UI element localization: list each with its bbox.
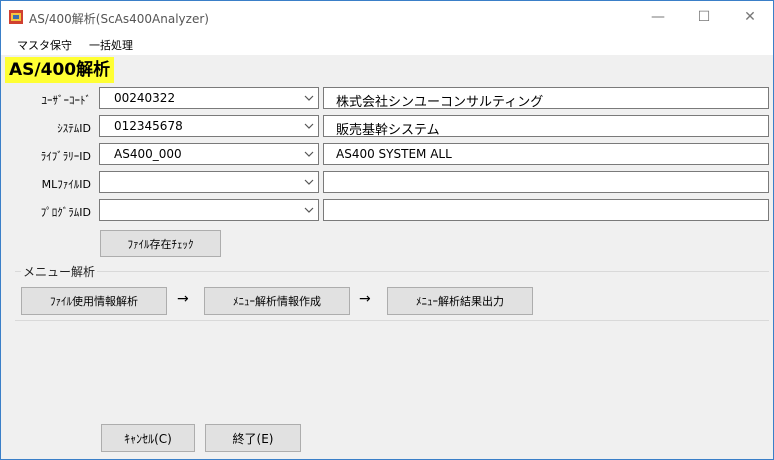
close-button[interactable]: ✕ xyxy=(727,1,773,33)
chevron-down-icon[interactable] xyxy=(304,149,314,159)
file-exists-check-button[interactable]: ﾌｧｲﾙ存在ﾁｪｯｸ xyxy=(100,230,221,257)
maximize-icon: ☐ xyxy=(697,9,711,25)
close-icon: ✕ xyxy=(744,9,756,25)
user-name-value: 株式会社シンユーコンサルティング xyxy=(336,95,544,110)
chevron-down-icon[interactable] xyxy=(304,205,314,215)
chevron-down-icon[interactable] xyxy=(304,177,314,187)
app-icon xyxy=(9,10,23,24)
user-code-label: ﾕｰｻﾞｰｺｰﾄﾞ xyxy=(41,94,92,107)
menu-batch-processing[interactable]: 一括処理 xyxy=(89,37,133,53)
system-name-value: 販売基幹システム xyxy=(336,123,440,138)
program-name-field[interactable] xyxy=(323,199,769,221)
ml-file-id-select[interactable] xyxy=(99,171,319,193)
page-title: AS/400解析 xyxy=(5,57,115,83)
minimize-icon: — xyxy=(651,9,665,25)
menu-analysis-result-output-button[interactable]: ﾒﾆｭｰ解析結果出力 xyxy=(387,287,533,315)
menu-analysis-info-create-button[interactable]: ﾒﾆｭｰ解析情報作成 xyxy=(204,287,350,315)
library-id-value: AS400_000 xyxy=(114,147,182,161)
chevron-down-icon[interactable] xyxy=(304,93,314,103)
title-bar[interactable]: AS/400解析(ScAs400Analyzer) — ☐ ✕ xyxy=(1,1,773,33)
arrow-right-icon: → xyxy=(359,291,371,307)
user-name-field[interactable]: 株式会社シンユーコンサルティング xyxy=(323,87,769,110)
library-name-value: AS400 SYSTEM ALL xyxy=(336,147,452,161)
ml-file-id-label: MLﾌｧｲﾙID xyxy=(41,178,91,191)
user-code-value: 00240322 xyxy=(114,91,176,105)
menu-bar: マスタ保守 一括処理 xyxy=(1,33,773,55)
cancel-button[interactable]: ｷｬﾝｾﾙ(C) xyxy=(101,424,195,452)
main-window: AS/400解析(ScAs400Analyzer) — ☐ ✕ マスタ保守 一括… xyxy=(0,0,774,460)
library-name-field[interactable]: AS400 SYSTEM ALL xyxy=(323,143,769,165)
window-title: AS/400解析(ScAs400Analyzer) xyxy=(29,12,209,26)
menu-master-maintenance[interactable]: マスタ保守 xyxy=(17,37,72,53)
file-usage-analysis-button[interactable]: ﾌｧｲﾙ使用情報解析 xyxy=(21,287,167,315)
ml-file-name-field[interactable] xyxy=(323,171,769,193)
exit-button[interactable]: 終了(E) xyxy=(205,424,301,452)
program-id-select[interactable] xyxy=(99,199,319,221)
library-id-select[interactable]: AS400_000 xyxy=(99,143,319,165)
arrow-right-icon: → xyxy=(177,291,189,307)
user-code-select[interactable]: 00240322 xyxy=(99,87,319,109)
menu-analysis-group-label: メニュー解析 xyxy=(21,263,98,280)
maximize-button[interactable]: ☐ xyxy=(681,1,727,33)
chevron-down-icon[interactable] xyxy=(304,121,314,131)
minimize-button[interactable]: — xyxy=(635,1,681,33)
system-id-value: 012345678 xyxy=(114,119,183,133)
library-id-label: ﾗｲﾌﾞﾗﾘｰID xyxy=(40,150,91,163)
system-id-select[interactable]: 012345678 xyxy=(99,115,319,137)
system-id-label: ｼｽﾃﾑID xyxy=(57,122,91,135)
system-name-field[interactable]: 販売基幹システム xyxy=(323,115,769,138)
program-id-label: ﾌﾟﾛｸﾞﾗﾑID xyxy=(40,206,91,219)
